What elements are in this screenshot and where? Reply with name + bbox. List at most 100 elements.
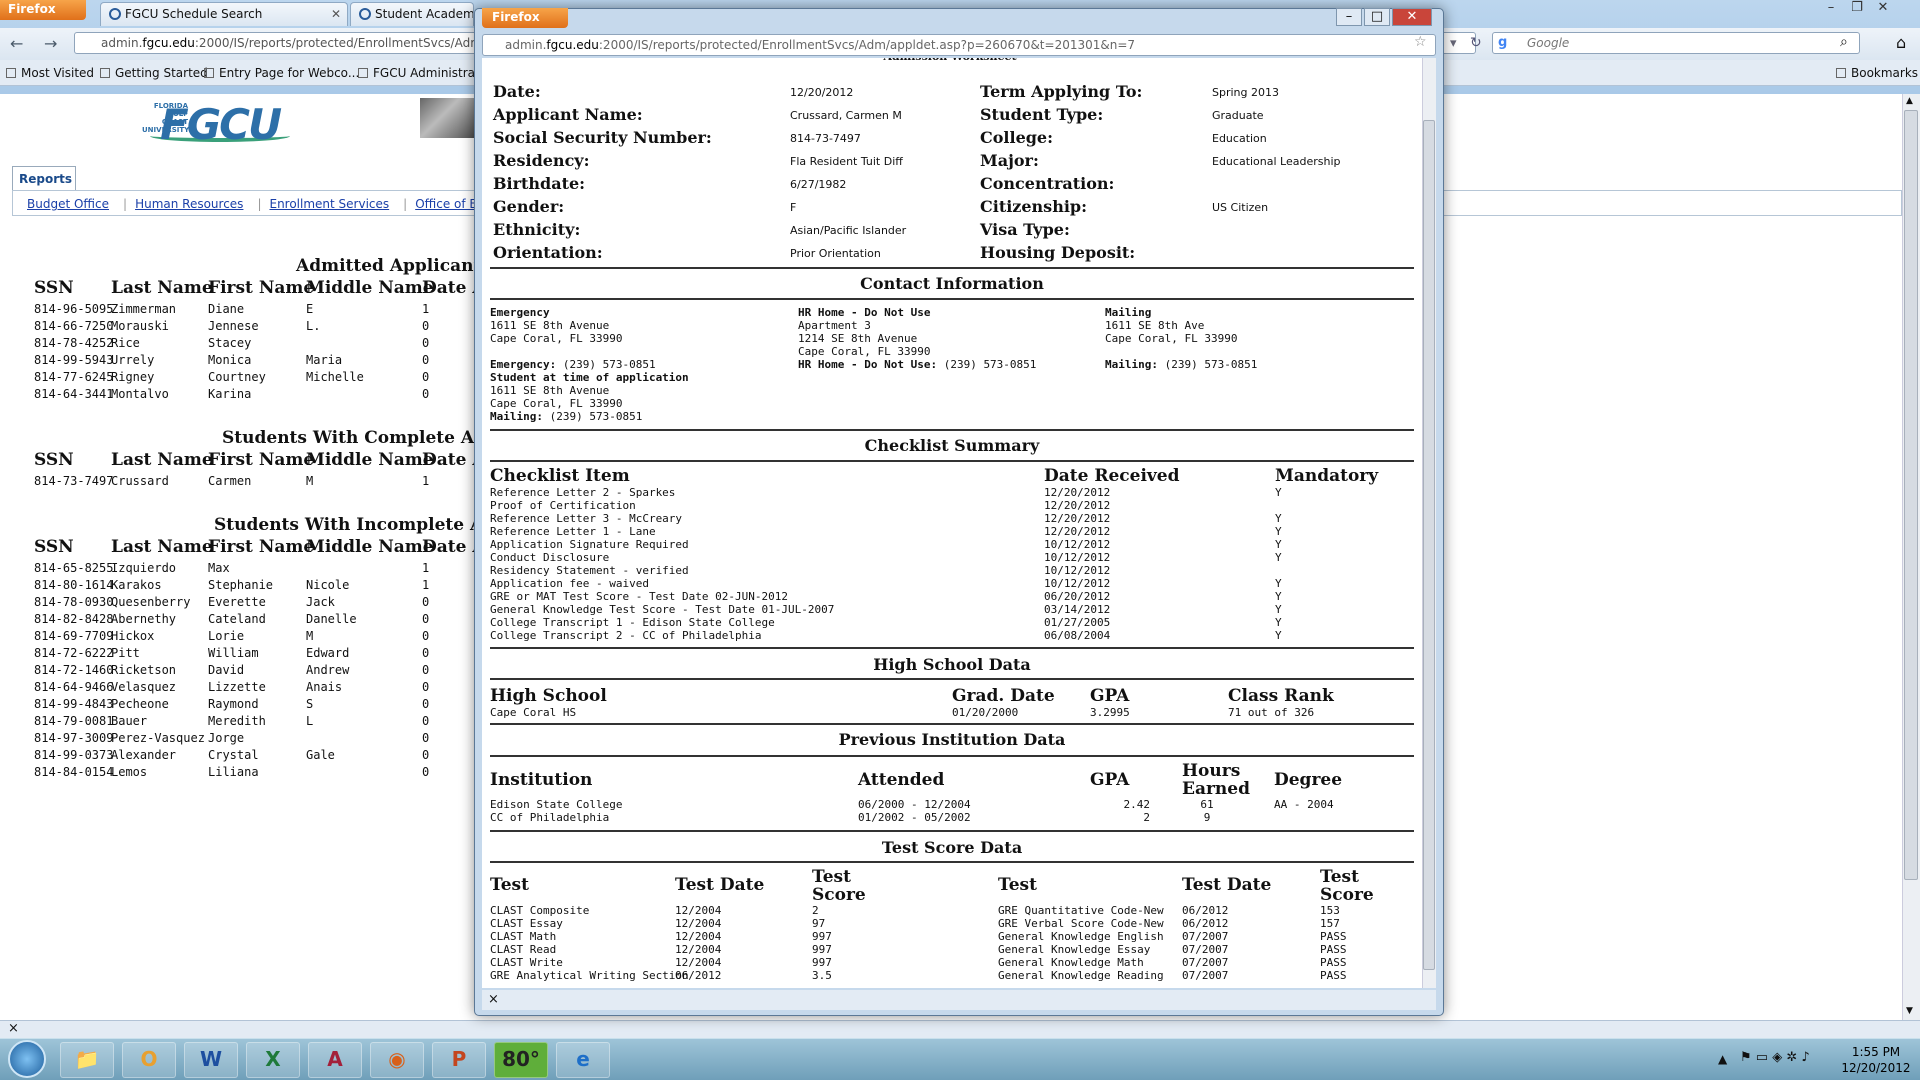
scroll-down-icon[interactable]: ▼ [1906, 1006, 1913, 1016]
popup-scrollbar-thumb[interactable] [1423, 120, 1435, 970]
folder-icon[interactable]: 📁 [60, 1042, 114, 1078]
popup-firefox-menu-button[interactable]: Firefox [482, 8, 568, 28]
word-icon[interactable]: W [184, 1042, 238, 1078]
table-row[interactable]: 814-78-0930 Quesenberry Everette Jack 0 [0, 595, 474, 612]
search-input[interactable]: Google [1492, 32, 1860, 54]
hours-header: Hours [1182, 761, 1241, 781]
table-row[interactable]: 814-77-6245 Rigney Courtney Michelle 0 [0, 370, 474, 387]
field-label: Term Applying To: [980, 82, 1143, 101]
table-cell: Nicole [306, 578, 350, 592]
close-icon[interactable]: × [488, 992, 499, 1007]
search-icon[interactable]: ⌕ [1840, 34, 1848, 50]
field-value: 814-73-7497 [790, 132, 861, 145]
access-icon[interactable]: A [308, 1042, 362, 1078]
contact-heading: Student at time of application [490, 371, 689, 384]
scrollbar-thumb[interactable] [1904, 110, 1918, 880]
checklist-row: College Transcript 1 - Edison State Coll… [482, 616, 1422, 629]
powerpoint-icon[interactable]: P [432, 1042, 486, 1078]
table-cell: Crussard [111, 474, 169, 488]
bookmarks-menu[interactable]: Bookmarks [1836, 66, 1918, 80]
contact-heading: HR Home - Do Not Use [798, 306, 931, 319]
test-cell: CLAST Math [490, 930, 557, 943]
scroll-up-icon[interactable]: ▲ [1906, 96, 1913, 106]
table-cell: Edward [306, 646, 350, 660]
table-cell: Lizzette [208, 680, 266, 694]
table-row[interactable]: 814-96-5095 Zimmerman Diane E 1 [0, 302, 474, 319]
test-row: General Knowledge Reading 07/2007 PASS [990, 969, 1410, 982]
table-row[interactable]: 814-64-9466 Velasquez Lizzette Anais 0 [0, 680, 474, 697]
table-row[interactable]: 814-80-1614 Karakos Stephanie Nicole 1 [0, 578, 474, 595]
table-row[interactable]: 814-84-0154 Lemos Liliana 0 [0, 765, 474, 782]
phone-line: Mailing: (239) 573-0851 [490, 410, 642, 423]
table-cell: William [208, 646, 259, 660]
table-row[interactable]: 814-99-4843 Pecheone Raymond S 0 [0, 697, 474, 714]
restore-icon[interactable]: ❐ [1844, 0, 1870, 15]
table-cell: 814-73-7497 [34, 474, 114, 488]
table-row[interactable]: 814-99-5943 Urrely Monica Maria 0 [0, 353, 474, 370]
close-icon[interactable]: ✕ [1870, 0, 1896, 15]
test-score-title: Test Score Data [881, 838, 1023, 857]
table-cell: Stephanie [208, 578, 274, 592]
table-row[interactable]: 814-79-0081 Bauer Meredith L 0 [0, 714, 474, 731]
checklist-row: GRE or MAT Test Score - Test Date 02-JUN… [482, 590, 1422, 603]
outlook-icon[interactable]: O [122, 1042, 176, 1078]
checklist-cell: 10/12/2012 [1044, 551, 1111, 564]
close-icon[interactable]: × [8, 1021, 19, 1036]
test-row: GRE Verbal Score Code-New 06/2012 157 [990, 917, 1410, 930]
maximize-icon[interactable]: □ [1364, 8, 1390, 26]
tray-arrow-icon[interactable]: ▲ [1718, 1052, 1727, 1066]
minimize-icon[interactable]: – [1818, 0, 1844, 15]
home-icon[interactable]: ⌂ [1896, 33, 1906, 52]
clock[interactable]: 1:55 PM 12/20/2012 [1836, 1044, 1916, 1076]
table-row[interactable]: 814-82-8428 Abernethy Cateland Danelle 0 [0, 612, 474, 629]
table-row[interactable]: 814-78-4252 Rice Stacey 0 [0, 336, 474, 353]
column-header: Middle Name [306, 278, 434, 298]
table-row[interactable]: 814-69-7709 Hickox Lorie M 0 [0, 629, 474, 646]
popup-url-bar[interactable]: admin.fgcu.edu:2000/IS/reports/protected… [482, 34, 1436, 56]
start-button[interactable] [8, 1040, 46, 1078]
table-cell: 0 [422, 370, 430, 384]
table-cell: Monica [208, 353, 252, 367]
table-cell: 1 [422, 578, 430, 592]
bookmarks-icon [1836, 68, 1846, 78]
column-header: Middle Name [306, 450, 434, 470]
test-cell: 06/2012 [1182, 917, 1229, 930]
phone-line: HR Home - Do Not Use: (239) 573-0851 [798, 358, 1036, 371]
table-row[interactable]: 814-64-3441 Montalvo Karina 0 [0, 387, 474, 404]
url-path: :2000/IS/reports/protected/EnrollmentSvc… [598, 38, 1136, 52]
table-cell: 0 [422, 697, 430, 711]
high-school-cell: 3.2995 [1090, 706, 1130, 719]
table-cell: 0 [422, 629, 430, 643]
table-row[interactable]: 814-72-6222 Pitt William Edward 0 [0, 646, 474, 663]
table-row[interactable]: 814-72-1460 Ricketson David Andrew 0 [0, 663, 474, 680]
test-score-header: Test [1320, 867, 1359, 887]
table-cell: 814-79-0081 [34, 714, 114, 728]
bookmark-star-icon[interactable]: ☆ [1414, 34, 1427, 50]
field-label: Orientation: [493, 243, 603, 262]
firefox-icon[interactable]: ◉ [370, 1042, 424, 1078]
window-controls: – ❐ ✕ [1818, 0, 1896, 20]
attended-cell: 01/2002 - 05/2002 [858, 811, 971, 824]
url-domain: fgcu.edu [546, 38, 599, 52]
table-cell: Everette [208, 595, 266, 609]
table-row[interactable]: 814-73-7497 Crussard Carmen M 1 [0, 474, 474, 491]
table-cell: 0 [422, 680, 430, 694]
table-cell: Perez-Vasquez [111, 731, 205, 745]
table-row[interactable]: 814-65-8255 Izquierdo Max 1 [0, 561, 474, 578]
popup-window-controls: – □ ✕ [1336, 8, 1436, 26]
temperature-gadget-icon[interactable]: 80° [494, 1042, 548, 1078]
table-cell: Cateland [208, 612, 266, 626]
reload-icon[interactable]: ↻ [1470, 35, 1482, 51]
checklist-row: Residency Statement - verified 10/12/2012 [482, 564, 1422, 577]
table-cell: 814-65-8255 [34, 561, 114, 575]
table-row[interactable]: 814-99-0373 Alexander Crystal Gale 0 [0, 748, 474, 765]
close-icon[interactable]: ✕ [1392, 8, 1432, 26]
table-row[interactable]: 814-66-7250 Morauski Jennese L. 0 [0, 319, 474, 336]
table-row[interactable]: 814-97-3009 Perez-Vasquez Jorge 0 [0, 731, 474, 748]
excel-icon[interactable]: X [246, 1042, 300, 1078]
field-label: Ethnicity: [493, 220, 581, 239]
minimize-icon[interactable]: – [1336, 8, 1362, 26]
test-score-header: Test [812, 867, 851, 887]
internet-explorer-icon[interactable]: e [556, 1042, 610, 1078]
dropdown-icon[interactable]: ▾ [1450, 36, 1457, 51]
